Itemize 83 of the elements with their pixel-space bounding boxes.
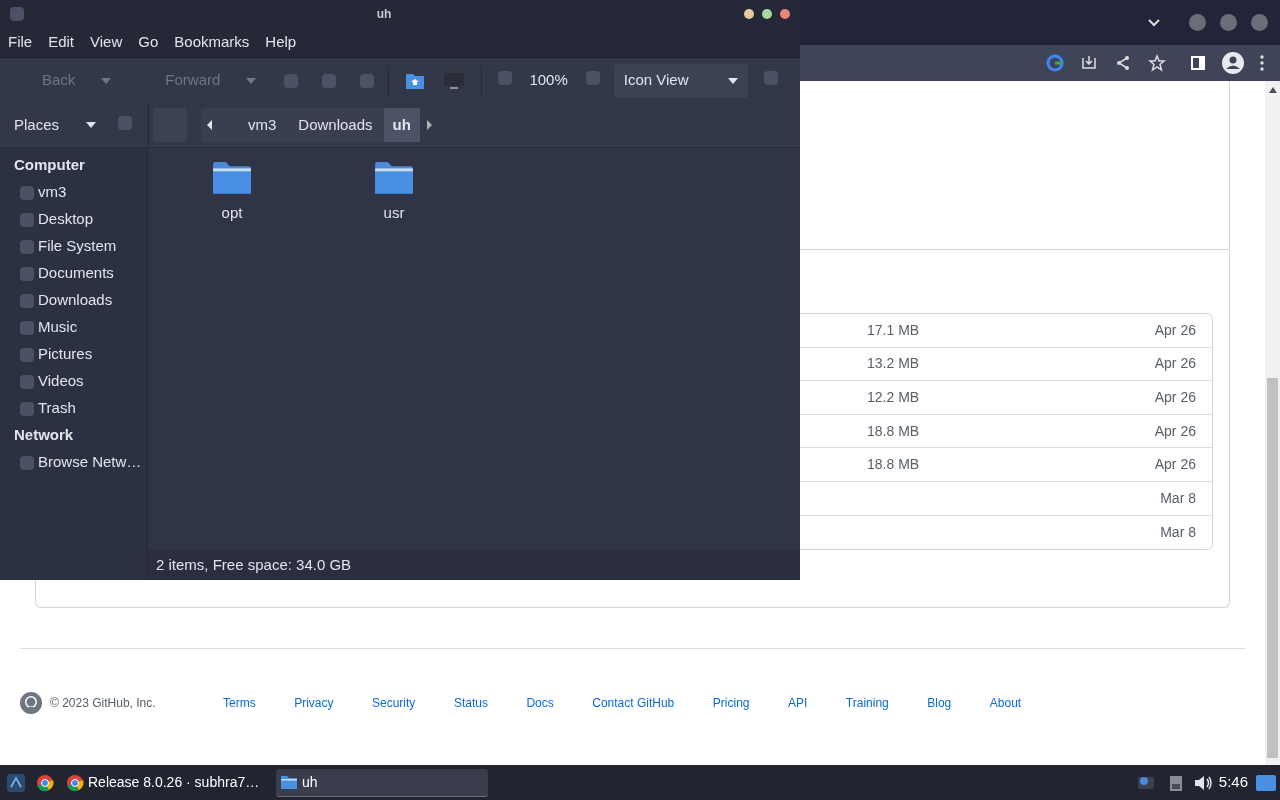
asset-date: Mar 8 [1160, 522, 1196, 542]
asset-date: Apr 26 [1154, 354, 1196, 374]
asset-date: Mar 8 [1160, 488, 1196, 508]
copyright-text: © 2023 GitHub, Inc. [50, 695, 157, 712]
file-name[interactable]: opt [221, 201, 243, 225]
asset-size: 13.2 MB [867, 354, 920, 374]
sidebar-item[interactable]: File System [38, 235, 117, 258]
sidebar-item[interactable]: Documents [38, 262, 114, 285]
footer-link[interactable]: Privacy [294, 694, 334, 712]
asset-size: 17.1 MB [867, 320, 920, 340]
breadcrumb-button[interactable]: uh [383, 108, 420, 142]
folder-icon [211, 160, 253, 196]
close-button[interactable] [780, 8, 790, 19]
menu-item[interactable]: File [8, 30, 33, 54]
asset-date: Apr 26 [1154, 455, 1196, 475]
menu-item[interactable]: View [90, 30, 123, 54]
star-icon[interactable] [1148, 54, 1166, 72]
footer-link[interactable]: Docs [526, 694, 554, 712]
footer-link[interactable]: About [989, 694, 1022, 712]
asset-size: 18.8 MB [867, 455, 920, 475]
footer-link[interactable]: Security [372, 694, 416, 712]
view-mode-dropdown[interactable]: Icon View [613, 63, 748, 98]
asset-size: 12.2 MB [867, 388, 920, 407]
clock: 5:46 [1218, 772, 1248, 793]
window-control[interactable] [1189, 14, 1206, 31]
install-icon[interactable] [1080, 54, 1098, 72]
minimize-button[interactable] [744, 8, 754, 19]
scroll-up-icon[interactable] [1268, 87, 1277, 93]
taskbar-task[interactable]: uh [276, 768, 488, 797]
sidebar-item[interactable]: Videos [38, 370, 84, 393]
places-dropdown[interactable]: Places [14, 113, 96, 137]
profile-icon[interactable] [1222, 52, 1244, 74]
github-logo-icon[interactable] [19, 691, 43, 715]
show-desktop-button[interactable] [1256, 774, 1276, 791]
menu-item[interactable]: Help [265, 30, 297, 54]
file-name[interactable]: usr [383, 201, 405, 225]
footer-link[interactable]: Blog [927, 694, 952, 712]
sidebar-item[interactable]: Pictures [38, 343, 93, 366]
menu-item[interactable]: Bookmarks [174, 30, 250, 54]
sidebar-item[interactable]: Music [38, 316, 78, 339]
window-control[interactable] [1220, 14, 1237, 31]
chrome-icon[interactable] [36, 773, 54, 792]
footer-link[interactable]: Contact GitHub [592, 694, 675, 712]
battery-icon[interactable] [1168, 773, 1183, 792]
home-folder-icon[interactable] [405, 71, 426, 90]
side-panel-icon[interactable] [1190, 55, 1206, 71]
sidebar-heading: Computer [13, 155, 86, 176]
sidebar-item[interactable]: Downloads [38, 289, 113, 312]
window-control[interactable] [1251, 14, 1268, 31]
sidebar-item[interactable]: Browse Netw… [38, 451, 142, 474]
menu-item[interactable]: Edit [48, 30, 75, 54]
sidebar-item[interactable]: vm3 [38, 181, 67, 204]
zoom-level: 100% [529, 70, 568, 91]
asset-date: Apr 26 [1154, 421, 1196, 441]
chevron-down-icon[interactable] [1147, 17, 1161, 28]
computer-icon[interactable] [443, 71, 466, 90]
maximize-button[interactable] [762, 8, 772, 19]
footer-link[interactable]: Pricing [712, 694, 750, 712]
sidebar-item[interactable]: Desktop [38, 208, 94, 231]
folder-icon [373, 160, 415, 196]
share-icon[interactable] [1114, 54, 1132, 72]
chrome-icon[interactable] [66, 773, 84, 792]
asset-date: Apr 26 [1154, 320, 1196, 340]
folder-icon[interactable] [280, 774, 298, 790]
menu-item[interactable]: Go [138, 30, 159, 54]
start-menu-icon[interactable] [6, 772, 26, 793]
footer-link[interactable]: Terms [223, 694, 256, 712]
sidebar-item[interactable]: Trash [38, 397, 76, 420]
window-title: uh [375, 5, 393, 23]
caret-icon[interactable] [727, 77, 738, 84]
status-text: 2 items, Free space: 34.0 GB [156, 554, 352, 575]
scrollbar[interactable] [1265, 81, 1280, 765]
footer-link[interactable]: Training [845, 694, 889, 712]
google-icon[interactable] [1046, 54, 1064, 72]
volume-icon[interactable] [1192, 773, 1213, 792]
footer-link[interactable]: Status [453, 694, 488, 712]
asset-date: Apr 26 [1154, 388, 1196, 407]
more-icon[interactable] [1260, 55, 1264, 71]
sidebar-heading: Network [13, 425, 75, 446]
asset-size: 18.8 MB [867, 421, 920, 441]
caret-icon[interactable] [86, 122, 96, 128]
footer-link[interactable]: API [788, 694, 808, 712]
taskbar-task[interactable]: Release 8.0.26 · subhra7… [64, 768, 270, 797]
